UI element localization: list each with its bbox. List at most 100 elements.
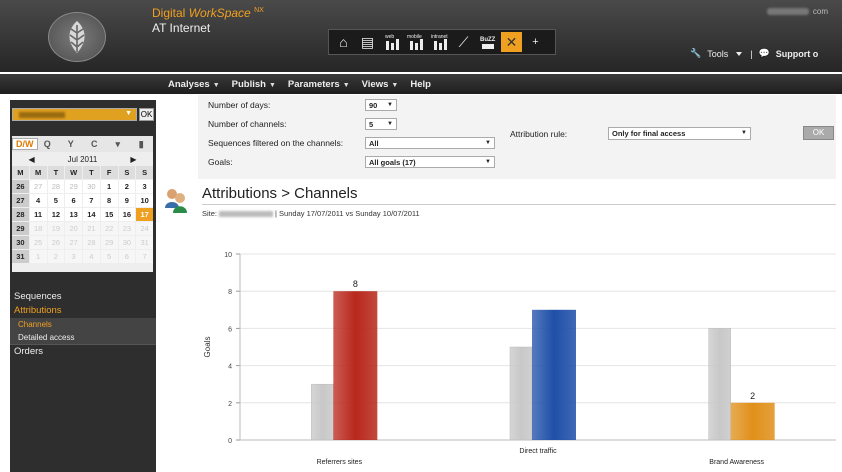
leaf-logo-icon[interactable] <box>48 12 106 62</box>
data-label: 8 <box>353 279 358 289</box>
week-number[interactable]: 30 <box>12 236 29 249</box>
calendar-day[interactable]: 4 <box>83 250 100 263</box>
week-number[interactable]: 31 <box>12 250 29 263</box>
goals-select[interactable]: All goals (17) ▼ <box>365 156 495 168</box>
calendar-day[interactable]: 16 <box>118 208 136 221</box>
calendar-day[interactable]: 5 <box>47 194 65 207</box>
calendar-day[interactable]: 27 <box>65 236 82 249</box>
calendar-day[interactable]: 29 <box>65 180 82 193</box>
week-number[interactable]: 27 <box>12 194 29 207</box>
tools-dropdown-icon[interactable] <box>734 49 744 59</box>
week-number[interactable]: 29 <box>12 222 29 235</box>
calendar-day[interactable]: 9 <box>118 194 136 207</box>
calendar-day[interactable]: 1 <box>100 180 118 193</box>
period-filter-icon[interactable]: ▾ <box>106 139 130 150</box>
buzz-icon[interactable]: BuZZ <box>477 32 498 52</box>
filtered-select[interactable]: All ▼ <box>365 137 495 149</box>
site-ok-button[interactable]: OK <box>139 108 154 121</box>
prev-month-icon[interactable]: ◀ <box>29 155 35 164</box>
nav-orders[interactable]: Orders <box>10 344 156 358</box>
calendar: D/W M Q Y C ▾ ▮ ◀ Jul 2011 ▶ MMTWTFSS262… <box>12 136 153 272</box>
rule-select[interactable]: Only for final access ▼ <box>608 127 751 140</box>
app-title-b: WorkSpace <box>188 6 251 20</box>
period-quarter[interactable]: Q <box>36 139 60 149</box>
week-number[interactable]: 28 <box>12 208 29 221</box>
rule-value: Only for final access <box>612 129 686 138</box>
document-icon[interactable]: ▤ <box>357 32 378 52</box>
calendar-day[interactable]: 28 <box>47 180 65 193</box>
support-link[interactable]: Support o <box>776 49 819 59</box>
next-month-icon[interactable]: ▶ <box>130 155 136 164</box>
calendar-day[interactable]: 2 <box>47 250 65 263</box>
calendar-day[interactable]: 28 <box>83 236 100 249</box>
calendar-day[interactable]: 15 <box>100 208 118 221</box>
period-chart-icon[interactable]: ▮ <box>130 139 154 150</box>
bar-series1 <box>509 346 533 441</box>
calendar-day[interactable]: 23 <box>118 222 136 235</box>
filters-ok-button[interactable]: OK <box>803 126 834 140</box>
bar-series2 <box>333 291 378 440</box>
calendar-day[interactable]: 12 <box>47 208 65 221</box>
menu-publish[interactable]: Publish ▼ <box>232 79 276 90</box>
calendar-day[interactable]: 21 <box>83 222 100 235</box>
calendar-day[interactable]: 20 <box>65 222 82 235</box>
calendar-day[interactable]: 7 <box>83 194 100 207</box>
intranet-chart-icon[interactable]: intranet <box>429 32 450 52</box>
menu-parameters-label: Parameters <box>287 78 340 90</box>
nav-detailed-access[interactable]: Detailed access <box>10 331 156 344</box>
mobile-chart-icon[interactable]: mobile <box>405 32 426 52</box>
calendar-day[interactable]: 3 <box>136 180 153 193</box>
calendar-day[interactable]: 10 <box>136 194 153 207</box>
calendar-day[interactable]: 24 <box>136 222 153 235</box>
calendar-day[interactable]: 29 <box>100 236 118 249</box>
calendar-day[interactable]: 6 <box>65 194 82 207</box>
calendar-day[interactable]: 4 <box>29 194 47 207</box>
calendar-day[interactable]: 17 <box>136 208 153 221</box>
nav-sequences[interactable]: Sequences <box>10 290 156 304</box>
period-custom[interactable]: C <box>83 139 107 149</box>
calendar-day[interactable]: 3 <box>65 250 82 263</box>
period-dw[interactable]: D/W <box>12 138 38 150</box>
menu-analyses[interactable]: Analyses ▼ <box>168 79 220 90</box>
app-title-a: Digital <box>152 6 189 20</box>
nav-attributions[interactable]: Attributions <box>10 304 156 318</box>
site-selector[interactable]: ▼ <box>12 108 137 121</box>
user-account[interactable]: com <box>766 7 828 16</box>
days-select[interactable]: 90 ▼ <box>365 99 397 111</box>
calendar-day[interactable]: 18 <box>29 222 47 235</box>
bar-series1 <box>708 328 731 441</box>
add-icon[interactable]: + <box>525 32 546 52</box>
calendar-day[interactable]: 8 <box>100 194 118 207</box>
calendar-day[interactable]: 31 <box>136 236 153 249</box>
calendar-day[interactable]: 2 <box>118 180 136 193</box>
calendar-day[interactable]: 13 <box>65 208 82 221</box>
channels-select[interactable]: 5 ▼ <box>365 118 397 130</box>
workspace-icon[interactable]: ✕ <box>501 32 522 52</box>
tools-menu[interactable]: Tools <box>707 49 728 59</box>
calendar-day[interactable]: 6 <box>118 250 136 263</box>
calendar-day[interactable]: 7 <box>136 250 153 263</box>
mobile-label: mobile <box>407 34 422 40</box>
home-icon[interactable]: ⌂ <box>333 32 354 52</box>
calendar-day[interactable]: 30 <box>83 180 100 193</box>
period-year[interactable]: Y <box>59 139 83 149</box>
calendar-day[interactable]: 26 <box>47 236 65 249</box>
web-chart-icon[interactable]: web <box>381 32 402 52</box>
week-number[interactable]: 26 <box>12 180 29 193</box>
menu-views[interactable]: Views ▼ <box>362 79 399 90</box>
weekday-header: F <box>100 166 118 179</box>
calendar-day[interactable]: 11 <box>29 208 47 221</box>
calendar-day[interactable]: 30 <box>118 236 136 249</box>
calendar-day[interactable]: 14 <box>83 208 100 221</box>
filtered-label: Sequences filtered on the channels: <box>208 138 344 148</box>
calendar-day[interactable]: 5 <box>100 250 118 263</box>
calendar-day[interactable]: 22 <box>100 222 118 235</box>
calendar-day[interactable]: 25 <box>29 236 47 249</box>
nav-channels[interactable]: Channels <box>10 318 156 331</box>
menu-help[interactable]: Help <box>410 79 431 90</box>
calendar-day[interactable]: 1 <box>29 250 47 263</box>
trend-icon[interactable]: ⟋ <box>453 32 474 52</box>
menu-parameters[interactable]: Parameters ▼ <box>288 79 350 90</box>
calendar-day[interactable]: 19 <box>47 222 65 235</box>
calendar-day[interactable]: 27 <box>29 180 47 193</box>
